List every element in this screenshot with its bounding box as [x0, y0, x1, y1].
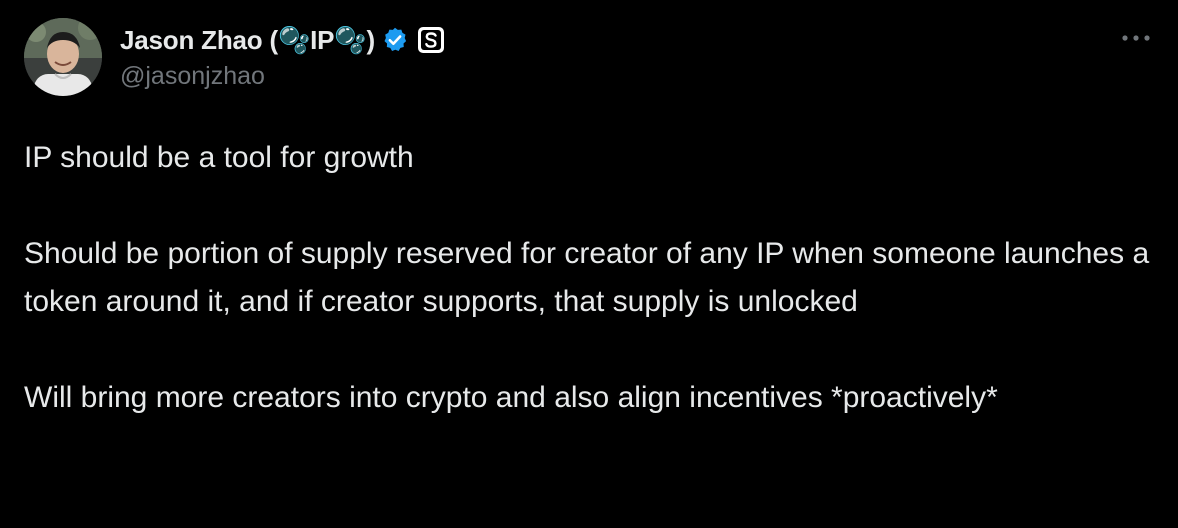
tweet-card: Jason Zhao (🫧IP🫧) @jasonjzhao IP should …: [0, 0, 1178, 528]
verified-badge-icon[interactable]: [381, 26, 409, 54]
avatar[interactable]: [24, 18, 102, 96]
author-handle[interactable]: @jasonjzhao: [120, 62, 265, 91]
s-badge-icon[interactable]: [417, 26, 445, 54]
avatar-photo: [24, 18, 102, 96]
tweet-paragraph: Will bring more creators into crypto and…: [24, 381, 998, 414]
tweet-paragraph: Should be portion of supply reserved for…: [24, 237, 1150, 318]
tweet-text: IP should be a tool for growth Should be…: [24, 134, 1164, 422]
display-name[interactable]: Jason Zhao (🫧IP🫧): [120, 25, 375, 56]
more-options-button[interactable]: [1118, 26, 1154, 50]
author-name-row: Jason Zhao (🫧IP🫧): [120, 22, 445, 58]
ellipsis-icon: [1122, 35, 1150, 41]
tweet-paragraph: IP should be a tool for growth: [24, 141, 414, 174]
